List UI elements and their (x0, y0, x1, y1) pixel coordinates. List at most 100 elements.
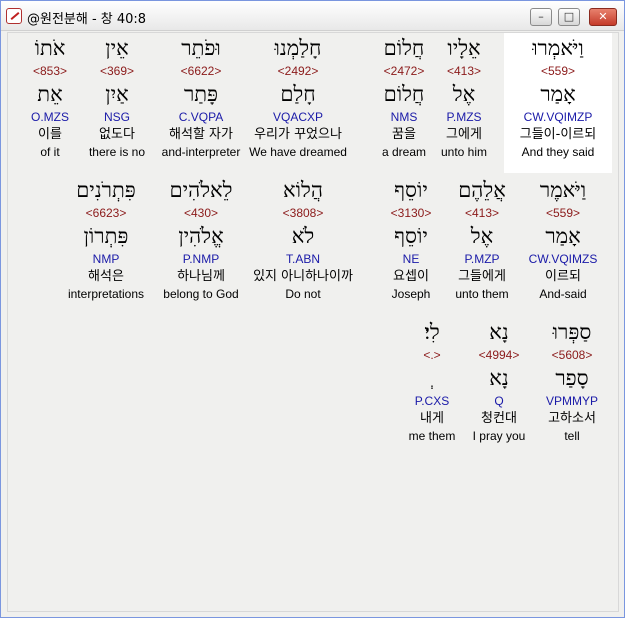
strong-number: <3808> (282, 206, 324, 220)
grammar-code: CW.VQIMZS (528, 252, 598, 266)
strong-number: <430> (183, 206, 219, 220)
korean-gloss: 내게 (420, 411, 444, 426)
hebrew-word: נָא (489, 320, 509, 344)
hebrew-word: סַפְּרוּ (552, 320, 592, 344)
grammar-code: VPMMYP (545, 394, 598, 408)
strong-number: <5608> (551, 348, 593, 362)
hebrew-word: וַיֹּאמֶר (539, 178, 587, 202)
korean-gloss: 해석은 (88, 269, 124, 284)
korean-gloss: 요셉이 (393, 269, 429, 284)
korean-gloss: 그들이-이르되 (519, 127, 597, 142)
grammar-code: C.VQPA (178, 110, 224, 124)
hebrew-word: יוֹסֵף (394, 178, 428, 202)
english-gloss: belong to God (163, 287, 239, 301)
lexical-form: אֵת (37, 82, 63, 106)
word-column[interactable]: לִי׃ <.>ְP.CXS 내게 me them (400, 317, 464, 444)
hebrew-word: וּפֹתֵר (181, 36, 221, 60)
word-column[interactable]: אֹתוֹ <853> אֵת O.MZS 이를 of it (20, 33, 80, 160)
strong-number: <3130> (390, 206, 432, 220)
hebrew-word: הֲלוֹא (283, 178, 323, 202)
english-gloss: We have dreamed (249, 145, 347, 159)
grammar-code: P.CXS (414, 394, 450, 408)
grammar-code: NMP (92, 252, 120, 266)
word-column[interactable]: פִּתְרֹנִים <6623> פִּתְרוֹן NMP 해석은 interpre… (60, 175, 152, 302)
korean-gloss: 꿈을 (392, 127, 416, 142)
grammar-code: NSG (103, 110, 130, 124)
strong-number: <2492> (277, 64, 319, 78)
lexical-form: חֲלוֹם (383, 82, 425, 106)
lexical-form: אֱלֹהִין (178, 224, 224, 248)
hebrew-word: חֲלוֹם (383, 36, 425, 60)
word-column[interactable]: חָלַמְנוּ <2492> חָלַם VQACXP 우리가 꾸었으나 We hav… (242, 33, 354, 160)
english-gloss: tell (564, 429, 580, 443)
maximize-button[interactable]: □ (558, 8, 580, 26)
strong-number: <6623> (85, 206, 127, 220)
korean-gloss: 우리가 꾸었으나 (254, 127, 342, 142)
word-column[interactable]: סַפְּרוּ <5608> סָפַר VPMMYP 고하소서 tell (532, 317, 612, 444)
grammar-code: NMS (390, 110, 418, 124)
english-gloss: and-interpreter (161, 145, 241, 159)
word-column[interactable]: יוֹסֵף <3130> יוֹסֵף NE 요셉이 Joseph (376, 175, 446, 302)
word-column[interactable]: וּפֹתֵר <6622> פָּתַר C.VQPA 해석할 자가 and-inter… (156, 33, 246, 160)
hebrew-word: חָלַמְנוּ (274, 36, 322, 60)
lexical-form: אֶל (470, 224, 494, 248)
word-column[interactable]: לֵאלֹהִים <430> אֱלֹהִין P.NMP 하나님께 belong to… (158, 175, 244, 302)
hebrew-word: אֵין (105, 36, 129, 60)
grammar-code: NE (402, 252, 420, 266)
lexical-form: פָּתַר (183, 82, 219, 106)
korean-gloss: 청컨대 (481, 411, 517, 426)
grammar-code: P.MZP (464, 252, 500, 266)
word-column[interactable]: אֲלֵהֶם <413> אֶל P.MZP 그들에게 unto them (446, 175, 518, 302)
hebrew-word: לִי׃ (424, 320, 440, 344)
korean-gloss: 있지 아니하나이까 (253, 269, 353, 284)
grammar-code: P.NMP (182, 252, 220, 266)
strong-number: <369> (99, 64, 135, 78)
lexical-form: נָא (489, 366, 509, 390)
lexical-form: יוֹסֵף (394, 224, 428, 248)
english-gloss: And they said (521, 145, 595, 159)
korean-gloss: 해석할 자가 (169, 127, 233, 142)
strong-number: <2472> (383, 64, 425, 78)
english-gloss: And-said (539, 287, 587, 301)
word-column[interactable]: נָא <4994> נָא Q 청컨대 I pray you (466, 317, 532, 444)
word-column[interactable]: הֲלוֹא <3808> לֹא T.ABN 있지 아니하나이까 Do not (248, 175, 358, 302)
english-gloss: of it (40, 145, 60, 159)
word-column[interactable]: וַיֹּאמֶר <559> אָמַר CW.VQIMZS 이르되 And-said (518, 175, 608, 302)
grammar-code: Q (494, 394, 504, 408)
grammar-code: O.MZS (31, 110, 69, 124)
lexical-form: אָמַר (545, 224, 581, 248)
lexical-form: סָפַר (555, 366, 589, 390)
word-column[interactable]: וַיֹּאמְרוּ <559> אָמַר CW.VQIMZP 그들이-이르되 And… (504, 33, 612, 173)
strong-number: <559> (540, 64, 576, 78)
lexical-form: ְ (400, 363, 464, 393)
korean-gloss: 하나님께 (177, 269, 225, 284)
app-window: @원전분해 - 창 40:8 – □ ✕ וַיֹּאמְרוּ <559> אָמ… (0, 0, 625, 618)
korean-gloss: 그들에게 (458, 269, 506, 284)
interlinear-panel: וַיֹּאמְרוּ <559> אָמַר CW.VQIMZP 그들이-이르되 And… (7, 32, 619, 612)
word-column[interactable]: אֵין <369> אַיִן NSG 없도다 there is no (82, 33, 152, 160)
minimize-button[interactable]: – (530, 8, 552, 26)
english-gloss: interpretations (67, 287, 145, 301)
hebrew-word: לֵאלֹהִים (169, 178, 233, 202)
english-gloss: I pray you (472, 429, 526, 443)
hebrew-word: פִּתְרֹנִים (76, 178, 136, 202)
lexical-form: פִּתְרוֹן (83, 224, 129, 248)
strong-number: <559> (545, 206, 581, 220)
strong-number: <6622> (180, 64, 222, 78)
lexical-form: לֹא (291, 224, 315, 248)
english-gloss: Joseph (391, 287, 431, 301)
strong-number: <413> (464, 206, 500, 220)
title-bar[interactable]: @원전분해 - 창 40:8 – □ ✕ (1, 1, 624, 31)
close-button[interactable]: ✕ (589, 8, 617, 26)
lexical-form: אַיִן (105, 82, 129, 106)
korean-gloss: 없도다 (99, 127, 135, 142)
hebrew-word: אֲלֵהֶם (458, 178, 506, 202)
hebrew-word: וַיֹּאמְרוּ (532, 36, 584, 60)
grammar-code: CW.VQIMZP (523, 110, 593, 124)
english-gloss: unto them (455, 287, 509, 301)
strong-number: <4994> (478, 348, 520, 362)
strong-number: <853> (32, 64, 68, 78)
word-column[interactable]: חֲלוֹם <2472> חֲלוֹם NMS 꿈을 a dream (364, 33, 444, 160)
grammar-code: T.ABN (285, 252, 320, 266)
strong-number: <.> (423, 348, 441, 362)
